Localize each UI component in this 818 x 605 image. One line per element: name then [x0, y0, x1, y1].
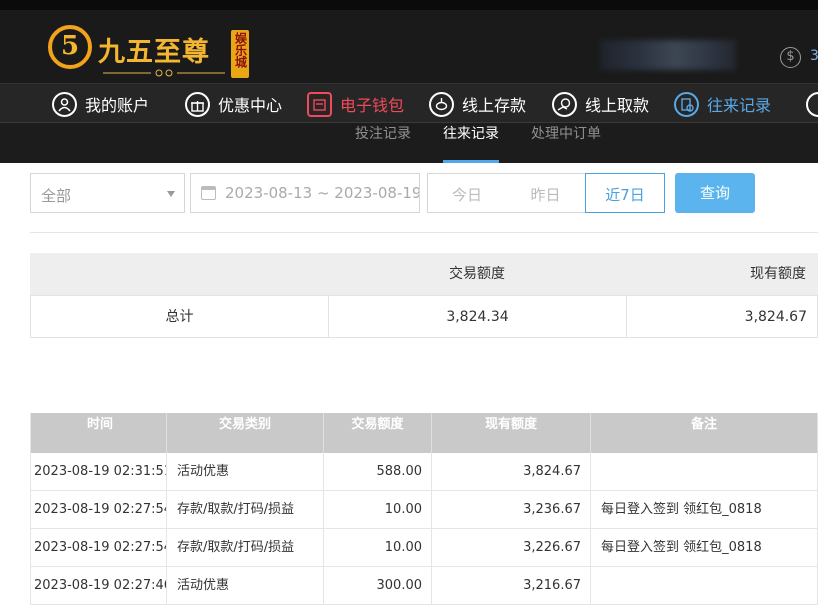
- nav-item-label: 线上存款: [462, 96, 527, 115]
- type-select[interactable]: 全部: [30, 173, 185, 213]
- cell-type: 存款/取款/打码/损益: [167, 529, 324, 567]
- nav-item-label: 往来记录: [707, 96, 772, 115]
- nav-item-account[interactable]: 我的账户: [52, 84, 149, 124]
- deposit-icon: [429, 91, 454, 117]
- balance-value: 3: [810, 48, 818, 64]
- nav-item-label: 电子钱包: [340, 96, 405, 115]
- summary-balance: 3,824.67: [744, 309, 807, 325]
- logo-mark: 5: [48, 25, 92, 69]
- withdraw-icon: [552, 91, 577, 117]
- cell-balance: 3,236.67: [432, 491, 591, 529]
- nav-item-promotions[interactable]: 优惠中心: [185, 84, 282, 124]
- nav-item-withdraw[interactable]: 线上取款: [552, 84, 649, 124]
- cell-note: 每日登入签到 领红包_0818: [591, 529, 818, 567]
- username-blurred: [600, 40, 736, 70]
- table-header: 时间 交易类别 交易额度 现有额度 备注: [30, 413, 818, 453]
- tab-pending-orders[interactable]: 处理中订单: [531, 123, 601, 163]
- col-balance: 现有额度: [432, 413, 591, 453]
- cell-balance: 3,226.67: [432, 529, 591, 567]
- nav-item-more[interactable]: [806, 84, 818, 124]
- sub-nav: 投注记录 往来记录 处理中订单: [0, 123, 818, 163]
- nav-item-wallet[interactable]: 电子钱包: [307, 84, 404, 124]
- nav-item-label: 线上取款: [585, 96, 650, 115]
- cell-amount: 10.00: [324, 529, 432, 567]
- table-row: 2023-08-19 02:31:51 活动优惠 588.00 3,824.67: [30, 453, 818, 491]
- user-icon: [52, 91, 77, 117]
- cell-time: 2023-08-19 02:31:51: [30, 453, 167, 491]
- cell-amount: 588.00: [324, 453, 432, 491]
- nav-item-label: 优惠中心: [218, 96, 283, 115]
- records-table: 时间 交易类别 交易额度 现有额度 备注 2023-08-19 02:31:51…: [30, 413, 818, 605]
- col-note: 备注: [591, 413, 818, 453]
- cell-amount: 10.00: [324, 491, 432, 529]
- site-logo[interactable]: 5 九五至尊 娱乐城: [48, 18, 249, 80]
- cell-balance: 3,824.67: [432, 453, 591, 491]
- col-time: 时间: [30, 413, 167, 453]
- today-button[interactable]: 今日: [427, 173, 507, 213]
- calendar-icon: [201, 186, 216, 200]
- cell-note: [591, 453, 818, 491]
- logo-flourish: [103, 69, 225, 77]
- logo-text: 九五至尊: [98, 37, 210, 68]
- summary-col-balance: 现有额度: [750, 266, 806, 282]
- top-strip: [0, 0, 818, 10]
- nav-item-records[interactable]: 往来记录: [674, 84, 771, 124]
- cell-amount: 300.00: [324, 567, 432, 605]
- last-7-days-button[interactable]: 近7日: [585, 173, 665, 213]
- yesterday-button[interactable]: 昨日: [506, 173, 586, 213]
- gift-icon: [185, 91, 210, 117]
- type-select-value: 全部: [41, 187, 72, 205]
- tab-bet-records[interactable]: 投注记录: [355, 123, 411, 163]
- cell-type: 活动优惠: [167, 453, 324, 491]
- chevron-down-icon: [167, 191, 175, 197]
- cell-time: 2023-08-19 02:27:54: [30, 529, 167, 567]
- tab-transaction-records[interactable]: 往来记录: [443, 123, 499, 163]
- cell-note: [591, 567, 818, 605]
- table-row: 2023-08-19 02:27:46 活动优惠 300.00 3,216.67: [30, 567, 818, 605]
- more-icon: [806, 91, 818, 117]
- table-row: 2023-08-19 02:27:54 存款/取款/打码/损益 10.00 3,…: [30, 491, 818, 529]
- nav-item-label: 我的账户: [85, 96, 150, 115]
- table-row: 2023-08-19 02:27:54 存款/取款/打码/损益 10.00 3,…: [30, 529, 818, 567]
- cell-time: 2023-08-19 02:27:46: [30, 567, 167, 605]
- col-type: 交易类别: [167, 413, 324, 453]
- summary-label: 总计: [31, 296, 329, 338]
- cell-time: 2023-08-19 02:27:54: [30, 491, 167, 529]
- date-range-input[interactable]: 2023-08-13 ~ 2023-08-19: [190, 173, 420, 213]
- summary-col-amount: 交易额度: [449, 266, 505, 282]
- cell-balance: 3,216.67: [432, 567, 591, 605]
- cell-type: 存款/取款/打码/损益: [167, 491, 324, 529]
- main-nav: 我的账户 优惠中心 电子钱包 线上存款 线上取款 往来记录: [0, 83, 818, 123]
- summary-row: 总计 3,824.34 3,824.67: [30, 295, 818, 338]
- nav-item-deposit[interactable]: 线上存款: [429, 84, 526, 124]
- cell-note: 每日登入签到 领红包_0818: [591, 491, 818, 529]
- cell-type: 活动优惠: [167, 567, 324, 605]
- query-button[interactable]: 查询: [675, 173, 755, 213]
- summary-header: 交易额度 现有额度: [30, 253, 818, 295]
- records-icon: [674, 91, 699, 117]
- site-header: 5 九五至尊 娱乐城 $ 3: [0, 10, 818, 83]
- date-range-value: 2023-08-13 ~ 2023-08-19: [225, 184, 420, 202]
- col-amount: 交易额度: [324, 413, 432, 453]
- summary-amount: 3,824.34: [329, 296, 627, 338]
- logo-badge: 娱乐城: [231, 30, 249, 78]
- divider: [30, 232, 818, 233]
- balance-coin-icon: $: [780, 47, 801, 68]
- wallet-icon: [307, 91, 332, 117]
